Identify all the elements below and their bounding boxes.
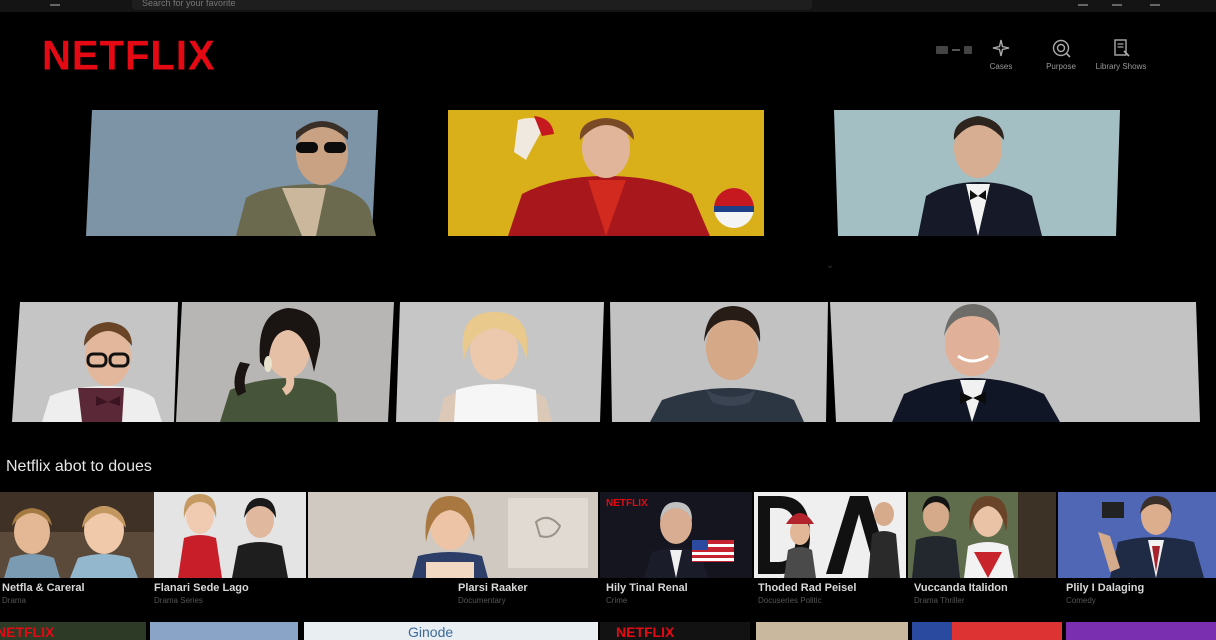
title-card-7[interactable] — [1058, 492, 1216, 578]
cast-card-4[interactable] — [610, 302, 828, 422]
title-card-6[interactable] — [908, 492, 1056, 578]
title-subtitle: Crime — [606, 596, 628, 605]
title-card-5[interactable] — [754, 492, 906, 578]
address-bar[interactable]: Search for your favorite — [132, 0, 812, 10]
title-card-3[interactable] — [308, 492, 598, 578]
title-wordmark: Ginode — [408, 624, 454, 640]
netflix-logo-small: NETFLIX — [0, 624, 55, 640]
next-row-card-6[interactable] — [912, 622, 1062, 640]
title-subtitle: Drama Thriller — [914, 596, 965, 605]
title-subtitle: Drama — [2, 596, 27, 605]
library-shows-label: Library Shows — [1095, 62, 1147, 71]
title-label: Thoded Rad Peisel — [758, 582, 857, 594]
title-card-2[interactable] — [154, 492, 306, 578]
svg-text:NETFLIX: NETFLIX — [606, 498, 648, 509]
target-icon — [1052, 39, 1071, 58]
hero-card-2[interactable] — [448, 110, 764, 236]
cast-card-5[interactable] — [830, 302, 1200, 422]
purpose-label: Purpose — [1046, 62, 1076, 71]
title-card-4[interactable]: NETFLIX — [600, 492, 752, 578]
title-label: Plarsi Raaker — [458, 582, 528, 594]
netflix-logo-small: NETFLIX — [616, 624, 675, 640]
hero-card-3[interactable] — [834, 110, 1120, 236]
cast-card-1[interactable] — [12, 302, 178, 422]
row-title: Netflix abot to doues — [6, 458, 152, 475]
menu-icon[interactable] — [1112, 0, 1122, 6]
cases-label: Cases — [989, 62, 1013, 71]
profile-icon[interactable] — [1150, 0, 1160, 6]
netflix-logo[interactable]: NETFLIX — [42, 33, 216, 79]
header-tools: Cases Purpose Library Shows — [971, 38, 1151, 72]
title-label: Vuccanda Italidon — [914, 582, 1008, 594]
document-icon — [1114, 39, 1130, 57]
title-label: Netfla & Careral — [2, 582, 85, 594]
purpose-button[interactable]: Purpose — [1031, 38, 1091, 71]
title-card-1[interactable] — [0, 492, 154, 578]
next-row-card-4[interactable]: NETFLIX — [600, 622, 750, 640]
back-icon[interactable] — [50, 0, 60, 6]
hero-card-1[interactable] — [86, 110, 378, 236]
sparkle-icon — [992, 39, 1010, 57]
title-subtitle: Drama Series — [154, 596, 203, 605]
next-row-card-2[interactable] — [150, 622, 298, 640]
search-icon[interactable] — [1078, 0, 1088, 6]
next-row-card-5[interactable] — [756, 622, 908, 640]
cases-button[interactable]: Cases — [971, 38, 1031, 71]
library-shows-button[interactable]: Library Shows — [1091, 38, 1151, 71]
chevron-down-icon[interactable]: ⌄ — [826, 260, 834, 271]
title-label: Hily Tinal Renal — [606, 582, 688, 594]
cast-card-2[interactable] — [176, 302, 394, 422]
view-toggle[interactable] — [936, 46, 972, 54]
title-subtitle: Comedy — [1066, 596, 1096, 605]
title-label: Plily I Dalaging — [1066, 582, 1145, 594]
title-subtitle: Docuseries Politic — [758, 596, 822, 605]
next-row-card-3[interactable]: Ginode — [304, 622, 598, 640]
next-row-card-7[interactable] — [1066, 622, 1216, 640]
title-label: Flanari Sede Lago — [154, 582, 249, 594]
title-subtitle: Documentary — [458, 596, 506, 605]
next-row-card-1[interactable]: NETFLIX — [0, 622, 146, 640]
cast-card-3[interactable] — [396, 302, 604, 422]
